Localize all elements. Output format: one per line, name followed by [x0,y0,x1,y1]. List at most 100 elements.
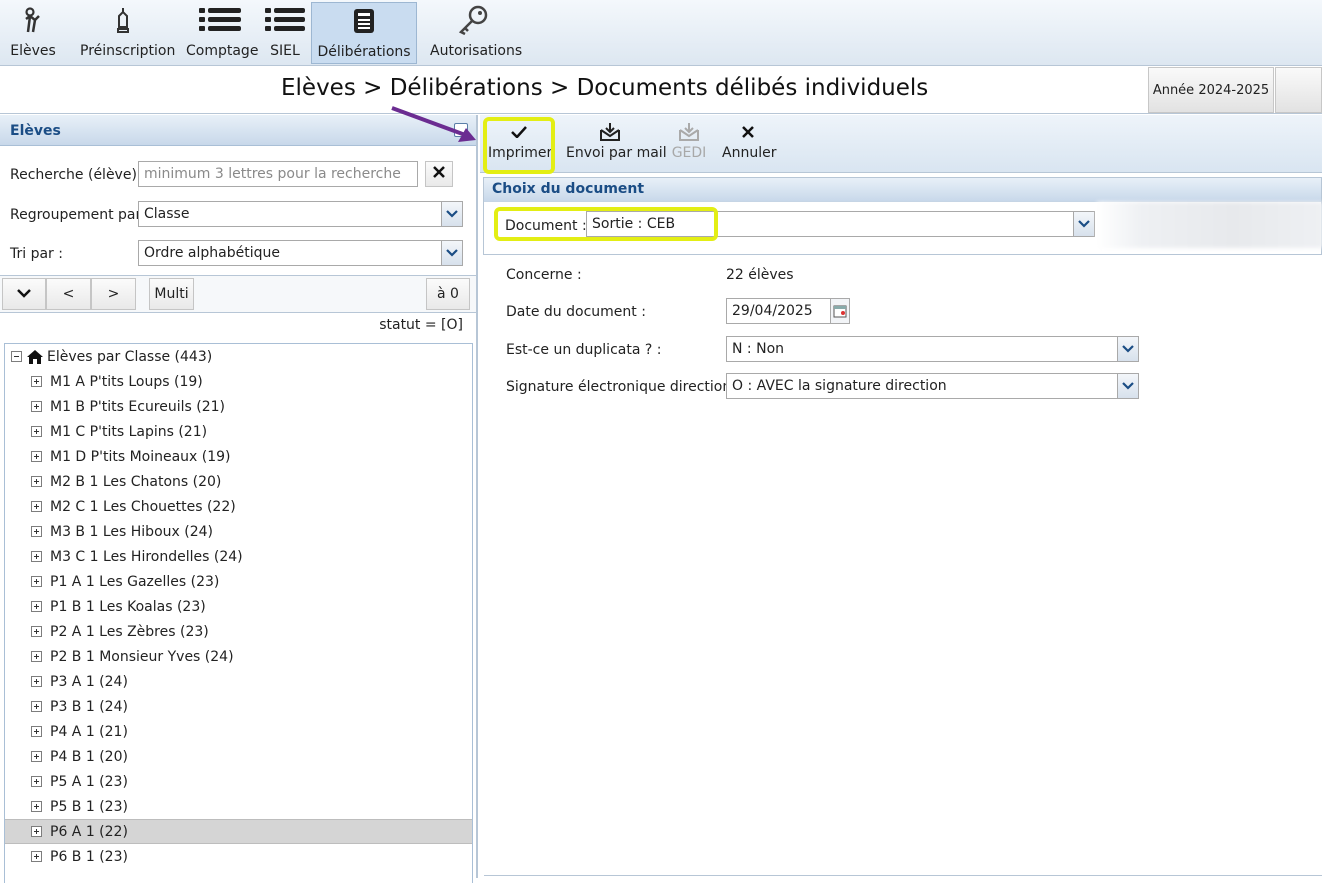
tree-class-item[interactable]: P5 B 1 (23) [5,794,472,819]
expand-icon[interactable] [31,676,42,687]
tree-class-item[interactable]: M3 C 1 Les Hirondelles (24) [5,544,472,569]
previous-button[interactable]: < [46,278,91,310]
student-search-input[interactable]: minimum 3 lettres pour la recherche [138,161,418,187]
toolbar-siel-label: SIEL [270,43,300,59]
expand-icon[interactable] [31,776,42,787]
toolbar-deliberations[interactable]: Délibérations [311,2,417,64]
expand-icon[interactable] [31,501,42,512]
expand-icon[interactable] [31,476,42,487]
tree-class-item[interactable]: M2 C 1 Les Chouettes (22) [5,494,472,519]
chevron-down-icon[interactable] [1117,337,1138,361]
reset-zero-button[interactable]: à 0 [426,278,470,310]
tree-class-item[interactable]: M3 B 1 Les Hiboux (24) [5,519,472,544]
mail-download-icon [566,119,654,145]
tree-class-label: M2 C 1 Les Chouettes (22) [50,498,236,515]
signature-label: Signature électronique direction : [506,379,741,395]
tree-class-item[interactable]: P6 A 1 (22) [5,819,472,844]
sort-select[interactable]: Ordre alphabétique [138,240,463,266]
tree-class-item[interactable]: M1 D P'tits Moineaux (19) [5,444,472,469]
expand-icon[interactable] [31,526,42,537]
tree-class-label: M3 C 1 Les Hirondelles (24) [50,548,243,565]
toolbar-comptage[interactable]: Comptage [186,2,258,64]
action-toolbar: Imprimer Envoi par mail GEDI Annuler [480,115,1322,174]
expand-all-button[interactable] [2,278,46,310]
group-by-label: Regroupement par : [10,207,151,223]
expand-icon[interactable] [31,751,42,762]
students-panel: Elèves Recherche (élève) : minimum 3 let… [0,115,478,883]
document-panel: Imprimer Envoi par mail GEDI Annuler Cho… [480,115,1322,878]
tree-class-item[interactable]: P4 A 1 (21) [5,719,472,744]
tree-class-item[interactable]: P1 B 1 Les Koalas (23) [5,594,472,619]
toolbar-siel[interactable]: SIEL [262,2,308,64]
date-input[interactable]: 29/04/2025 [726,298,831,324]
expand-icon[interactable] [31,376,42,387]
tree-class-label: M3 B 1 Les Hiboux (24) [50,523,213,540]
tree-class-item[interactable]: P2 B 1 Monsieur Yves (24) [5,644,472,669]
tree-class-item[interactable]: P3 A 1 (24) [5,669,472,694]
toolbar-autorisations[interactable]: Autorisations [430,2,522,64]
tree-class-item[interactable]: P1 A 1 Les Gazelles (23) [5,569,472,594]
expand-icon[interactable] [31,726,42,737]
duplicata-select[interactable]: N : Non [726,336,1139,362]
tree-toolbar: < > Multi à 0 [0,275,476,313]
student-icon [8,2,58,38]
chevron-down-icon[interactable] [441,241,462,265]
document-choice-title: Choix du document [492,181,645,197]
print-highlight [483,117,555,174]
expand-icon[interactable] [31,826,42,837]
expand-icon[interactable] [31,576,42,587]
gedi-button[interactable]: GEDI [670,119,708,161]
status-filter-text: statut = [O] [379,317,463,333]
cancel-button[interactable]: Annuler [722,119,777,161]
collapse-icon[interactable] [11,351,22,362]
tree-class-label: P1 B 1 Les Koalas (23) [50,598,206,615]
school-year-button[interactable]: Année 2024-2025 [1148,67,1274,113]
next-button[interactable]: > [91,278,136,310]
students-panel-title: Elèves [10,123,61,139]
chevron-down-icon[interactable] [1117,374,1138,398]
signature-value: O : AVEC la signature direction [732,378,947,394]
expand-icon[interactable] [31,401,42,412]
chevron-down-icon [17,286,31,302]
expand-icon[interactable] [31,551,42,562]
expand-icon[interactable] [31,701,42,712]
tree-class-label: P2 A 1 Les Zèbres (23) [50,623,209,640]
signature-select[interactable]: O : AVEC la signature direction [726,373,1139,399]
tree-class-item[interactable]: P2 A 1 Les Zèbres (23) [5,619,472,644]
toolbar-eleves[interactable]: Elèves [8,2,58,64]
send-mail-button[interactable]: Envoi par mail [566,119,667,161]
chevron-down-icon[interactable] [1073,212,1094,236]
tree-class-item[interactable]: M2 B 1 Les Chatons (20) [5,469,472,494]
expand-icon[interactable] [31,601,42,612]
toolbar-preinscription[interactable]: Préinscription [80,2,175,64]
expand-icon[interactable] [31,451,42,462]
clear-search-button[interactable] [425,161,453,187]
tree-class-label: P1 A 1 Les Gazelles (23) [50,573,220,590]
multi-button[interactable]: Multi [149,278,194,310]
tree-class-item[interactable]: P5 A 1 (23) [5,769,472,794]
group-by-select[interactable]: Classe [138,201,463,227]
list-icon [262,2,308,38]
group-by-value: Classe [144,206,190,222]
expand-icon[interactable] [31,626,42,637]
expand-icon[interactable] [31,651,42,662]
expand-icon[interactable] [31,801,42,812]
sort-value: Ordre alphabétique [144,245,280,261]
tree-root[interactable]: Elèves par Classe (443) [5,344,472,369]
tree-class-item[interactable]: M1 A P'tits Loups (19) [5,369,472,394]
tree-class-item[interactable]: P6 B 1 (23) [5,844,472,869]
extra-header-button[interactable] [1275,67,1322,113]
concerne-value: 22 élèves [726,267,794,283]
date-value: 29/04/2025 [732,303,813,319]
tree-class-item[interactable]: P4 B 1 (20) [5,744,472,769]
tree-class-item[interactable]: M1 C P'tits Lapins (21) [5,419,472,444]
cancel-label: Annuler [722,145,777,161]
chevron-down-icon[interactable] [441,202,462,226]
document-icon [312,3,416,39]
concerne-label: Concerne : [506,267,582,283]
expand-icon[interactable] [31,851,42,862]
tree-class-item[interactable]: P3 B 1 (24) [5,694,472,719]
expand-icon[interactable] [31,426,42,437]
tree-class-item[interactable]: M1 B P'tits Ecureuils (21) [5,394,472,419]
calendar-icon[interactable] [830,298,850,324]
